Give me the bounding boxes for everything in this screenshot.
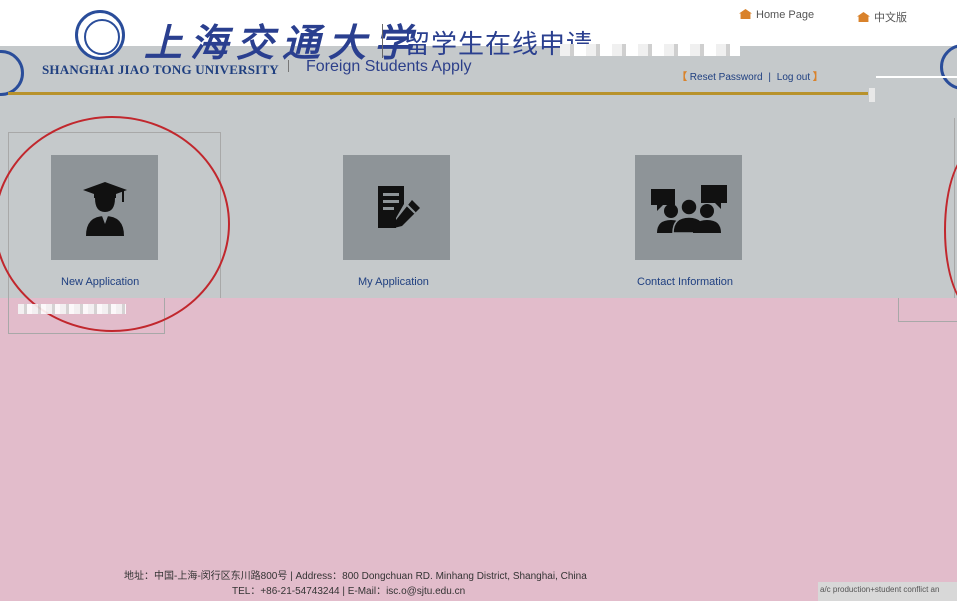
account-links: 【 Reset Password | Log out 】: [677, 68, 823, 83]
log-out-link[interactable]: Log out: [777, 72, 810, 83]
contact-information-label[interactable]: Contact Information: [637, 276, 733, 288]
footer-address: 地址：中国-上海-闵行区东川路800号 | Address：800 Dongch…: [124, 571, 587, 582]
render-artifact: [18, 304, 126, 314]
home-page-label: Home Page: [756, 9, 815, 21]
account-divider: |: [768, 72, 771, 83]
annotation-circle-left: [0, 116, 230, 332]
render-artifact-top: [560, 44, 740, 56]
footer-contact: TEL：+86-21-54743244 | E-Mail：isc.o@sjtu.…: [232, 586, 466, 597]
home-icon: [857, 12, 870, 22]
bracket-close: 】: [812, 72, 823, 83]
corner-text-artifact: a/c production+student conflict an: [818, 582, 957, 601]
my-application-tile[interactable]: [343, 155, 450, 260]
contact-information-tile[interactable]: [635, 155, 742, 260]
university-seal-logo: [75, 10, 125, 60]
people-chat-icon: [650, 184, 727, 233]
home-icon: [739, 9, 752, 19]
lower-panel-right: [898, 298, 957, 322]
reset-password-link[interactable]: Reset Password: [690, 72, 763, 83]
subtitle-english: Foreign Students Apply: [306, 58, 472, 75]
home-page-link[interactable]: Home Page: [739, 9, 814, 21]
bracket-open: 【: [677, 72, 687, 83]
header-white-divider: [876, 76, 957, 78]
brand-name-english: SHANGHAI JIAO TONG UNIVERSITY: [42, 62, 279, 77]
brand-divider: [382, 24, 383, 58]
scrollbar-thumb[interactable]: [869, 88, 875, 102]
chinese-version-label: 中文版: [874, 12, 907, 24]
chinese-version-link[interactable]: 中文版: [857, 9, 907, 25]
my-application-label[interactable]: My Application: [358, 276, 429, 288]
header-gold-divider: [8, 92, 868, 95]
brand-divider-english: [288, 60, 289, 72]
document-edit-icon: [377, 185, 420, 228]
